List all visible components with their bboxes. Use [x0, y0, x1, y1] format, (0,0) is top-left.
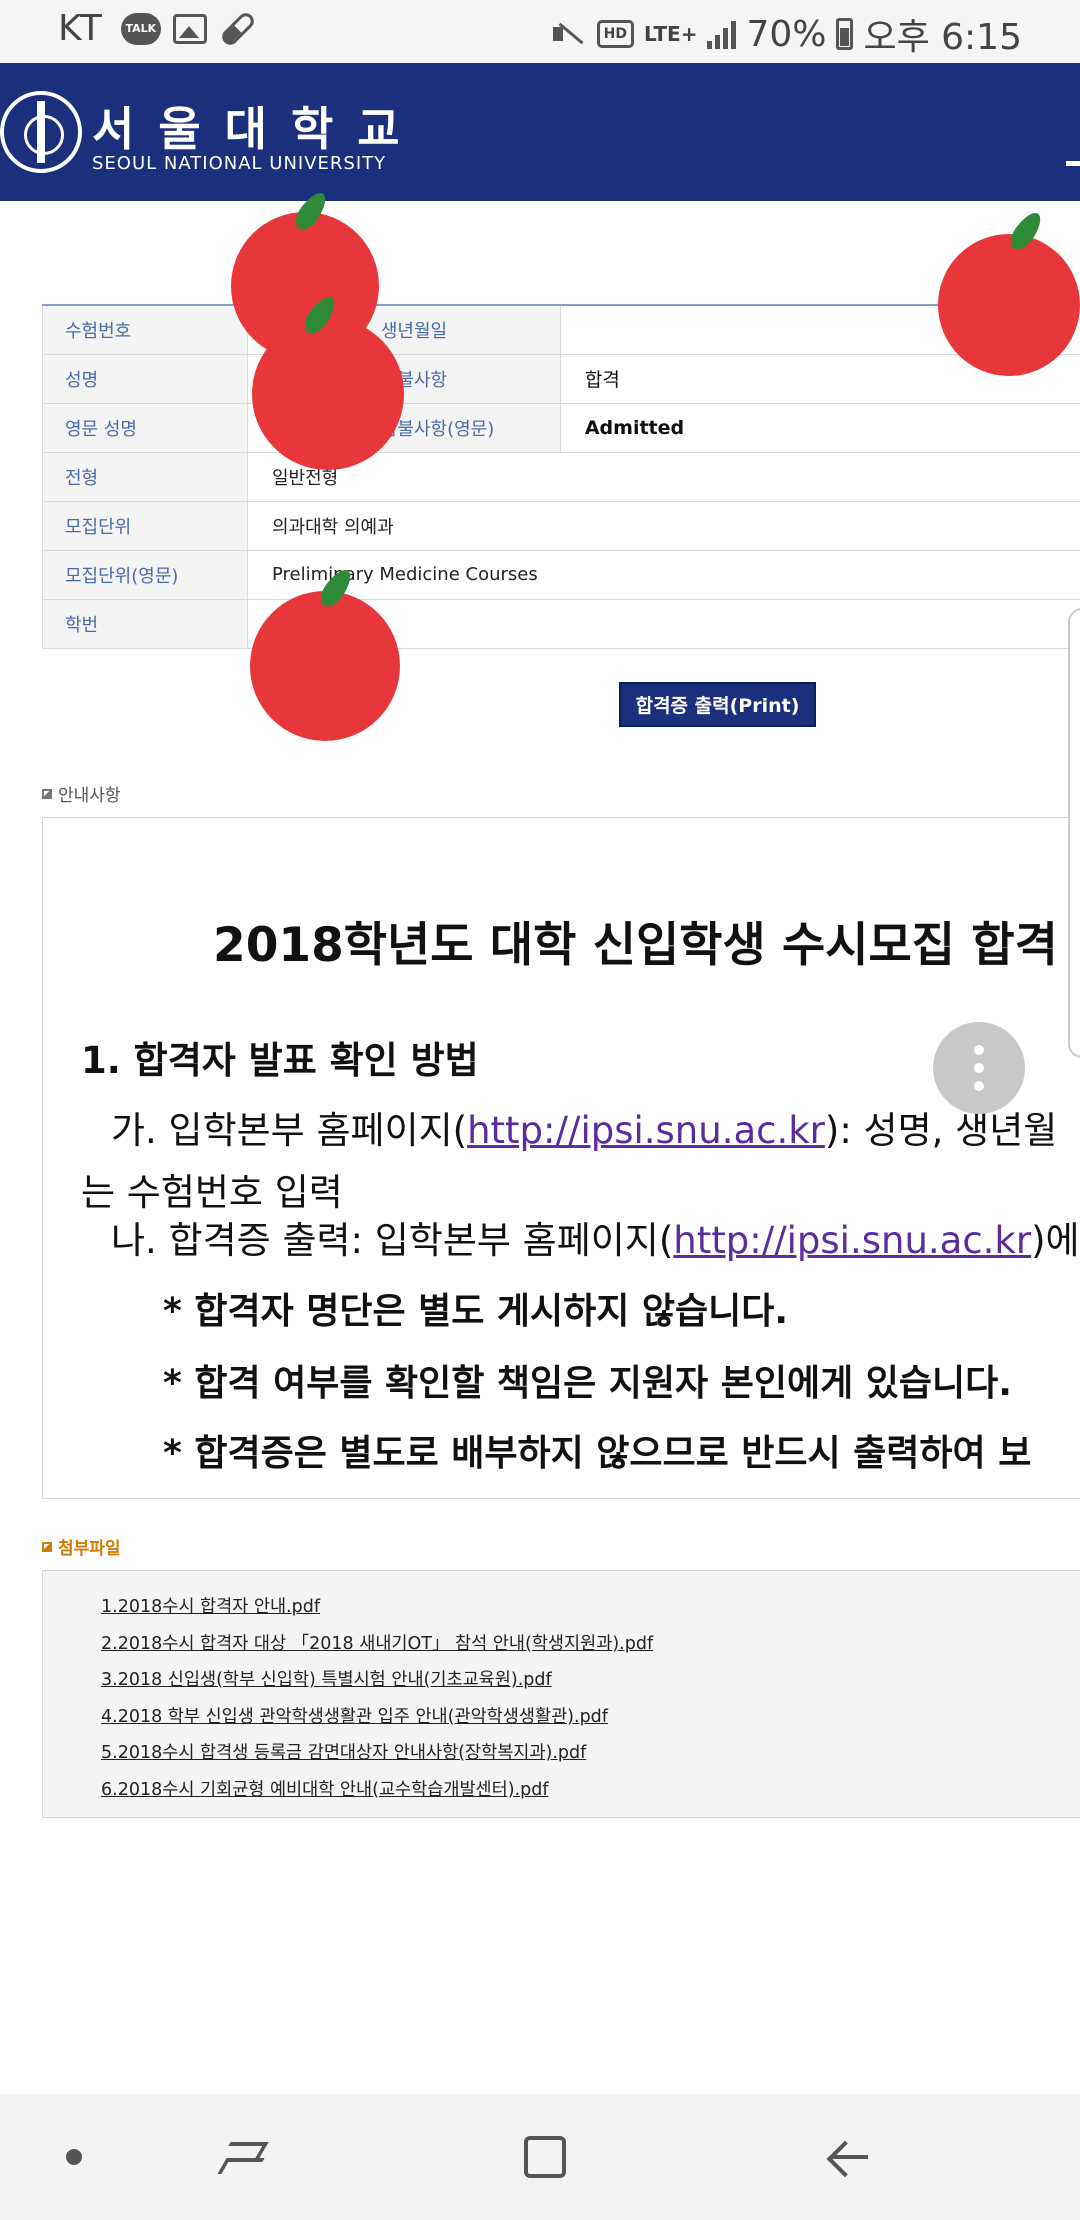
admission-info-table: 수험번호 생년월일 성명 합불사항 합격 영문 성명 합불사항(영문) Admi…: [42, 304, 1080, 649]
notice-star-1: * 합격자 명단은 별도 게시하지 않습니다.: [163, 1291, 789, 1332]
recent-apps-icon[interactable]: [222, 2136, 264, 2176]
battery-percent: 70%: [746, 13, 827, 55]
kakaotalk-icon: TALK: [120, 12, 161, 45]
gallery-icon: [172, 13, 207, 44]
table-row: 학번: [42, 598, 1080, 649]
exam-number-label: 수험번호: [42, 304, 248, 355]
attachment-link[interactable]: 3.2018 신입생(학부 신입학) 특별시험 안내(기초교육원).pdf: [101, 1662, 1080, 1699]
notice-star-3: * 합격증은 별도로 배부하지 않으므로 반드시 출력하여 보: [163, 1433, 1032, 1474]
section-bullet-icon: [42, 1541, 52, 1552]
eng-name-label: 영문 성명: [42, 402, 248, 453]
notice-star-2: * 합격 여부를 확인할 책임은 지원자 본인에게 있습니다.: [163, 1363, 1012, 1404]
menu-edge-icon[interactable]: [1066, 161, 1080, 166]
result-en-value: Admitted: [559, 402, 1080, 453]
notice-line-a: 가. 입학본부 홈페이지(http://ipsi.snu.ac.kr): 성명,…: [111, 1100, 1057, 1154]
system-nav-bar: [0, 2094, 1080, 2220]
unit-label: 모집단위: [42, 500, 248, 551]
print-certificate-button[interactable]: 합격증 출력(Print): [619, 682, 816, 727]
student-id-label: 학번: [42, 598, 248, 649]
status-left: KT TALK: [58, 8, 257, 49]
notice-line-b: 나. 합격증 출력: 입학본부 홈페이지(http://ipsi.snu.ac.…: [111, 1210, 1080, 1264]
side-panel-edge[interactable]: [1068, 608, 1080, 1058]
unit-en-label: 모집단위(영문): [42, 549, 248, 600]
attachment-link[interactable]: 6.2018수시 기회균형 예비대학 안내(교수학습개발센터).pdf: [101, 1772, 1080, 1809]
network-type: LTE+: [643, 22, 698, 46]
university-name-ko[interactable]: 서울대학교: [92, 93, 424, 159]
table-row: 전형 일반전형: [42, 451, 1080, 502]
attachments-box: 1.2018수시 합격자 안내.pdf 2.2018수시 합격자 대상 「201…: [42, 1570, 1080, 1818]
nav-indicator-icon: [66, 2149, 82, 2165]
attachment-link[interactable]: 4.2018 학부 신입생 관악학생생활관 입주 안내(관악학생생활관).pdf: [101, 1699, 1080, 1736]
line-a-prefix: 가. 입학본부 홈페이지(: [111, 1109, 468, 1152]
ipsi-link-b[interactable]: http://ipsi.snu.ac.kr: [673, 1219, 1031, 1262]
notice-section-title: 안내사항: [42, 781, 121, 806]
line-a-suffix: ): 성명, 생년월: [824, 1109, 1058, 1152]
name-label: 성명: [42, 353, 248, 404]
notice-title-label: 안내사항: [58, 786, 121, 806]
home-icon[interactable]: [524, 2136, 566, 2178]
table-row: 수험번호 생년월일: [42, 304, 1080, 355]
line-b-suffix: )에: [1031, 1219, 1080, 1262]
snu-emblem-icon[interactable]: [0, 91, 82, 173]
track-value: 일반전형: [247, 451, 1080, 502]
attachment-link[interactable]: 5.2018수시 합격생 등록금 감면대상자 안내사항(장학복지과).pdf: [101, 1735, 1080, 1772]
status-bar: KT TALK HD LTE+ 70% 오후 6:15: [0, 0, 1080, 63]
status-right: HD LTE+ 70% 오후 6:15: [551, 8, 1022, 60]
site-header: 서울대학교 SEOUL NATIONAL UNIVERSITY: [0, 63, 1080, 201]
university-name-en[interactable]: SEOUL NATIONAL UNIVERSITY: [92, 153, 386, 174]
section-bullet-icon: [42, 788, 52, 799]
back-icon[interactable]: [826, 2136, 870, 2180]
more-options-button[interactable]: [933, 1022, 1025, 1114]
line-b-prefix: 나. 합격증 출력: 입학본부 홈페이지(: [111, 1219, 674, 1262]
table-row: 모집단위(영문) Preliminary Medicine Courses: [42, 549, 1080, 600]
dot-icon: [974, 1081, 984, 1091]
leaf-icon: [1005, 208, 1047, 254]
notice-line-a-cont: 는 수험번호 입력: [81, 1171, 343, 1214]
unit-value: 의과대학 의예과: [247, 500, 1080, 551]
carrier-label: KT: [58, 8, 103, 49]
notice-item1-title: 1. 합격자 발표 확인 방법: [81, 1039, 479, 1082]
hd-voice-icon: HD: [596, 20, 634, 48]
notice-box: 2018학년도 대학 신입학생 수시모집 합격 1. 합격자 발표 확인 방법 …: [42, 817, 1080, 1499]
pill-icon: [218, 9, 257, 48]
dot-icon: [974, 1063, 984, 1073]
ipsi-link-a[interactable]: http://ipsi.snu.ac.kr: [467, 1109, 825, 1152]
table-row: 성명 합불사항 합격: [42, 353, 1080, 404]
apple-sticker: [252, 292, 404, 470]
clock: 오후 6:15: [863, 17, 1022, 58]
unit-en-value: Preliminary Medicine Courses: [247, 549, 1080, 600]
dot-icon: [974, 1045, 984, 1055]
table-row: 영문 성명 합불사항(영문) Admitted: [42, 402, 1080, 453]
battery-icon: [836, 18, 854, 50]
signal-icon: [707, 19, 737, 49]
track-label: 전형: [42, 451, 248, 502]
apple-sticker: [938, 208, 1080, 376]
mute-icon: [551, 18, 587, 50]
attachments-section-title: 첨부파일: [42, 1534, 121, 1559]
attachments-title-label: 첨부파일: [58, 1539, 121, 1559]
table-row: 모집단위 의과대학 의예과: [42, 500, 1080, 551]
attachment-link[interactable]: 1.2018수시 합격자 안내.pdf: [101, 1589, 1080, 1626]
attachment-link[interactable]: 2.2018수시 합격자 대상 「2018 새내기OT」 참석 안내(학생지원과…: [101, 1626, 1080, 1663]
apple-sticker: [250, 565, 400, 741]
notice-heading: 2018학년도 대학 신입학생 수시모집 합격: [213, 918, 1058, 973]
